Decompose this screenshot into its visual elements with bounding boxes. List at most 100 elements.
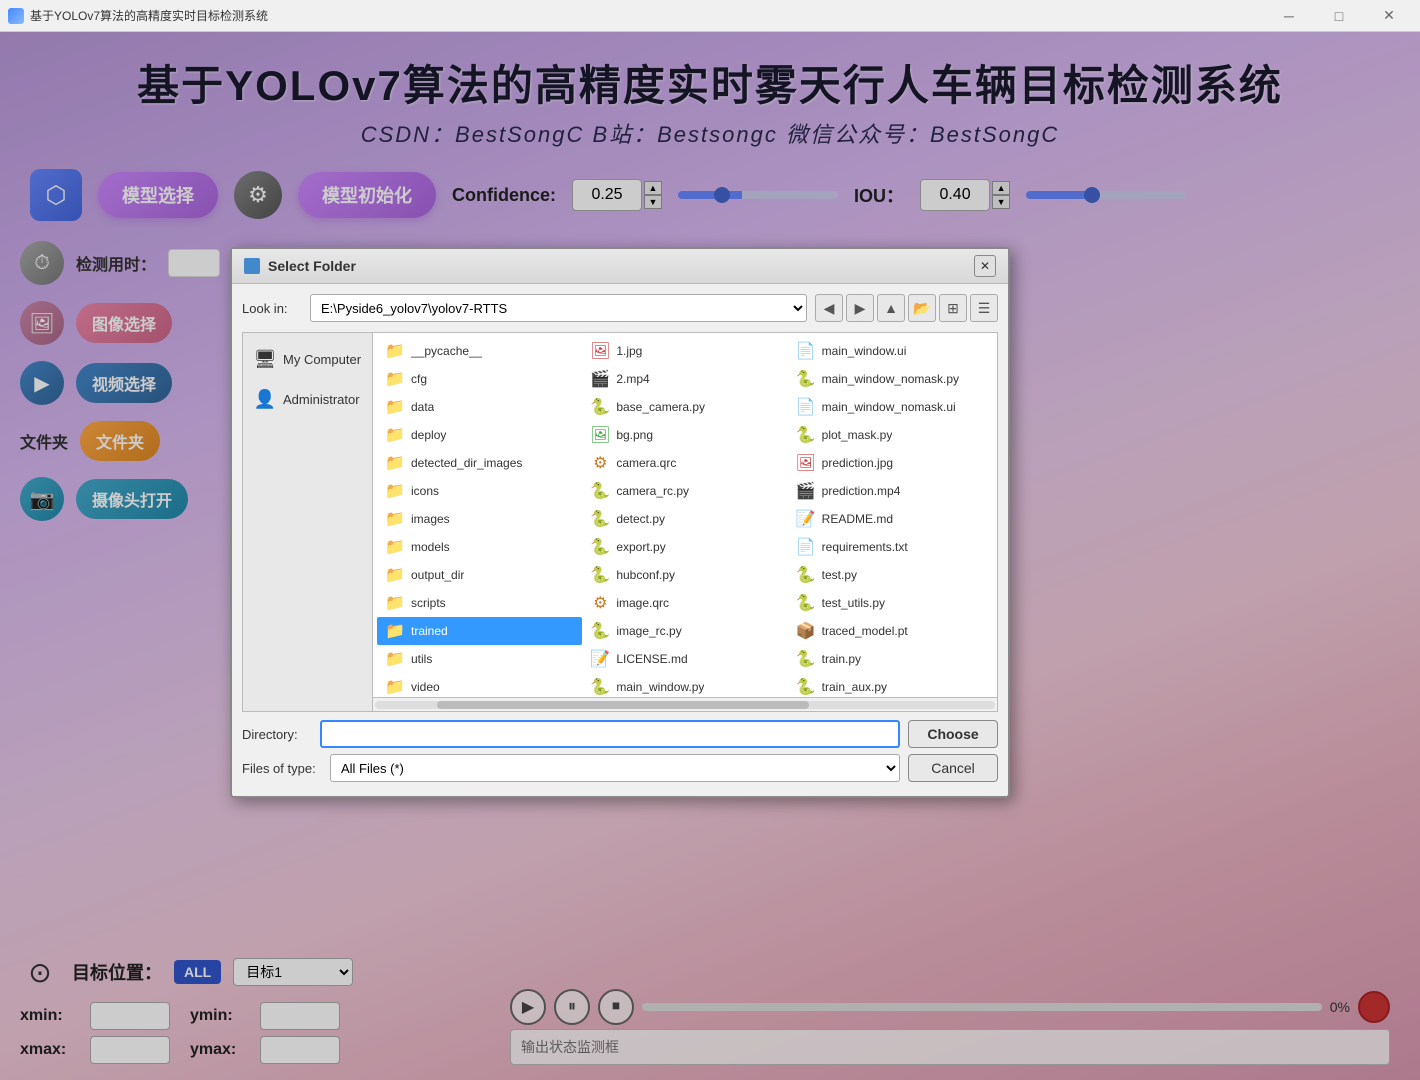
list-item-trained[interactable]: 📁 trained <box>377 617 582 645</box>
nav-bookmarks-button[interactable]: 📂 <box>908 294 936 322</box>
choose-button[interactable]: Choose <box>908 720 998 748</box>
list-item[interactable]: 🐍 base_camera.py <box>582 393 787 421</box>
py-icon: 🐍 <box>590 621 610 641</box>
place-administrator[interactable]: 👤 Administrator <box>243 379 372 419</box>
list-item[interactable]: 🐍 train.py <box>788 645 993 673</box>
list-item[interactable]: 🐍 plot_mask.py <box>788 421 993 449</box>
py-icon: 🐍 <box>590 397 610 417</box>
file-item-name: image_rc.py <box>616 624 681 638</box>
list-item[interactable]: 🐍 train_aux.py <box>788 673 993 697</box>
maximize-button[interactable]: □ <box>1316 2 1362 30</box>
list-item[interactable]: 🎬 2.mp4 <box>582 365 787 393</box>
file-item-name: scripts <box>411 596 446 610</box>
place-my-computer-label: My Computer <box>283 352 361 367</box>
list-item[interactable]: 📁 images <box>377 505 582 533</box>
list-item[interactable]: 🐍 main_window.py <box>582 673 787 697</box>
list-item[interactable]: 🖼 bg.png <box>582 421 787 449</box>
list-item[interactable]: 📁 scripts <box>377 589 582 617</box>
list-item[interactable]: 🐍 test.py <box>788 561 993 589</box>
place-my-computer[interactable]: 🖥 My Computer <box>243 339 372 379</box>
py-icon: 🐍 <box>590 481 610 501</box>
py-icon: 🐍 <box>590 537 610 557</box>
list-item[interactable]: 📄 requirements.txt <box>788 533 993 561</box>
window-controls: ─ □ ✕ <box>1266 2 1412 30</box>
list-item[interactable]: 🖼 prediction.jpg <box>788 449 993 477</box>
file-item-name: 1.jpg <box>616 344 642 358</box>
list-item[interactable]: 📝 README.md <box>788 505 993 533</box>
list-item[interactable]: 📁 models <box>377 533 582 561</box>
png-icon: 🖼 <box>590 425 610 445</box>
user-icon: 👤 <box>253 387 277 411</box>
nav-back-button[interactable]: ◀ <box>815 294 843 322</box>
file-item-name: output_dir <box>411 568 464 582</box>
list-item[interactable]: 📁 deploy <box>377 421 582 449</box>
list-item[interactable]: 📄 main_window_nomask.ui <box>788 393 993 421</box>
md-icon: 📝 <box>590 649 610 669</box>
list-item[interactable]: 📝 LICENSE.md <box>582 645 787 673</box>
h-scroll-track <box>375 701 995 709</box>
list-item[interactable]: 🐍 image_rc.py <box>582 617 787 645</box>
list-item[interactable]: 📁 data <box>377 393 582 421</box>
nav-forward-button[interactable]: ▶ <box>846 294 874 322</box>
list-item[interactable]: 📁 utils <box>377 645 582 673</box>
view-grid-button[interactable]: ⊞ <box>939 294 967 322</box>
folder-icon: 📁 <box>385 509 405 529</box>
py-icon: 🐍 <box>590 677 610 697</box>
file-panel: 📁 __pycache__ 🖼 1.jpg 📄 main_window.ui <box>373 333 997 711</box>
file-item-name: models <box>411 540 450 554</box>
minimize-button[interactable]: ─ <box>1266 2 1312 30</box>
file-item-name: prediction.mp4 <box>822 484 901 498</box>
computer-icon: 🖥 <box>253 347 277 371</box>
qrc-icon: ⚙ <box>590 453 610 473</box>
mp4-icon: 🎬 <box>590 369 610 389</box>
list-item[interactable]: 📁 output_dir <box>377 561 582 589</box>
select-folder-dialog: Select Folder ✕ Look in: E:\Pyside6_yolo… <box>230 247 1010 798</box>
dialog-overlay: Select Folder ✕ Look in: E:\Pyside6_yolo… <box>0 32 1420 1080</box>
list-item[interactable]: 📁 icons <box>377 477 582 505</box>
dialog-title-bar: Select Folder ✕ <box>232 249 1008 284</box>
list-item[interactable]: 🐍 detect.py <box>582 505 787 533</box>
file-item-name: README.md <box>822 512 893 526</box>
list-item[interactable]: 🐍 test_utils.py <box>788 589 993 617</box>
file-item-name: utils <box>411 652 432 666</box>
file-item-name: prediction.jpg <box>822 456 893 470</box>
file-item-name: main_window.py <box>616 680 704 694</box>
directory-input[interactable] <box>320 720 900 748</box>
py-icon: 🐍 <box>796 369 816 389</box>
filetype-select[interactable]: All Files (*) <box>330 754 900 782</box>
horizontal-scrollbar[interactable] <box>373 697 997 711</box>
list-item[interactable]: 🐍 export.py <box>582 533 787 561</box>
list-item[interactable]: ⚙ camera.qrc <box>582 449 787 477</box>
list-item[interactable]: 🖼 1.jpg <box>582 337 787 365</box>
close-button[interactable]: ✕ <box>1366 2 1412 30</box>
list-item[interactable]: 📄 main_window.ui <box>788 337 993 365</box>
look-in-select[interactable]: E:\Pyside6_yolov7\yolov7-RTTS <box>310 294 807 322</box>
jpg-icon: 🖼 <box>590 341 610 361</box>
folder-icon: 📁 <box>385 677 405 697</box>
list-item[interactable]: 📁 cfg <box>377 365 582 393</box>
list-item[interactable]: 📁 detected_dir_images <box>377 449 582 477</box>
list-item[interactable]: ⚙ image.qrc <box>582 589 787 617</box>
file-grid: 📁 __pycache__ 🖼 1.jpg 📄 main_window.ui <box>373 333 997 697</box>
view-list-button[interactable]: ☰ <box>970 294 998 322</box>
folder-icon: 📁 <box>385 649 405 669</box>
list-item[interactable]: 🐍 hubconf.py <box>582 561 787 589</box>
folder-icon: 📁 <box>385 341 405 361</box>
list-item[interactable]: 🐍 camera_rc.py <box>582 477 787 505</box>
list-item[interactable]: 🐍 main_window_nomask.py <box>788 365 993 393</box>
nav-up-button[interactable]: ▲ <box>877 294 905 322</box>
cancel-button[interactable]: Cancel <box>908 754 998 782</box>
file-item-name: cfg <box>411 372 427 386</box>
file-item-name: plot_mask.py <box>822 428 893 442</box>
dialog-body: 🖥 My Computer 👤 Administrator <box>242 332 998 712</box>
app-icon <box>8 8 24 24</box>
dialog-close-button[interactable]: ✕ <box>974 255 996 277</box>
list-item[interactable]: 📦 traced_model.pt <box>788 617 993 645</box>
list-item[interactable]: 📁 video <box>377 673 582 697</box>
file-item-name: test.py <box>822 568 857 582</box>
list-item[interactable]: 🎬 prediction.mp4 <box>788 477 993 505</box>
list-item[interactable]: 📁 __pycache__ <box>377 337 582 365</box>
txt-icon: 📄 <box>796 537 816 557</box>
file-list-area[interactable]: 📁 __pycache__ 🖼 1.jpg 📄 main_window.ui <box>373 333 997 697</box>
file-item-name: image.qrc <box>616 596 669 610</box>
